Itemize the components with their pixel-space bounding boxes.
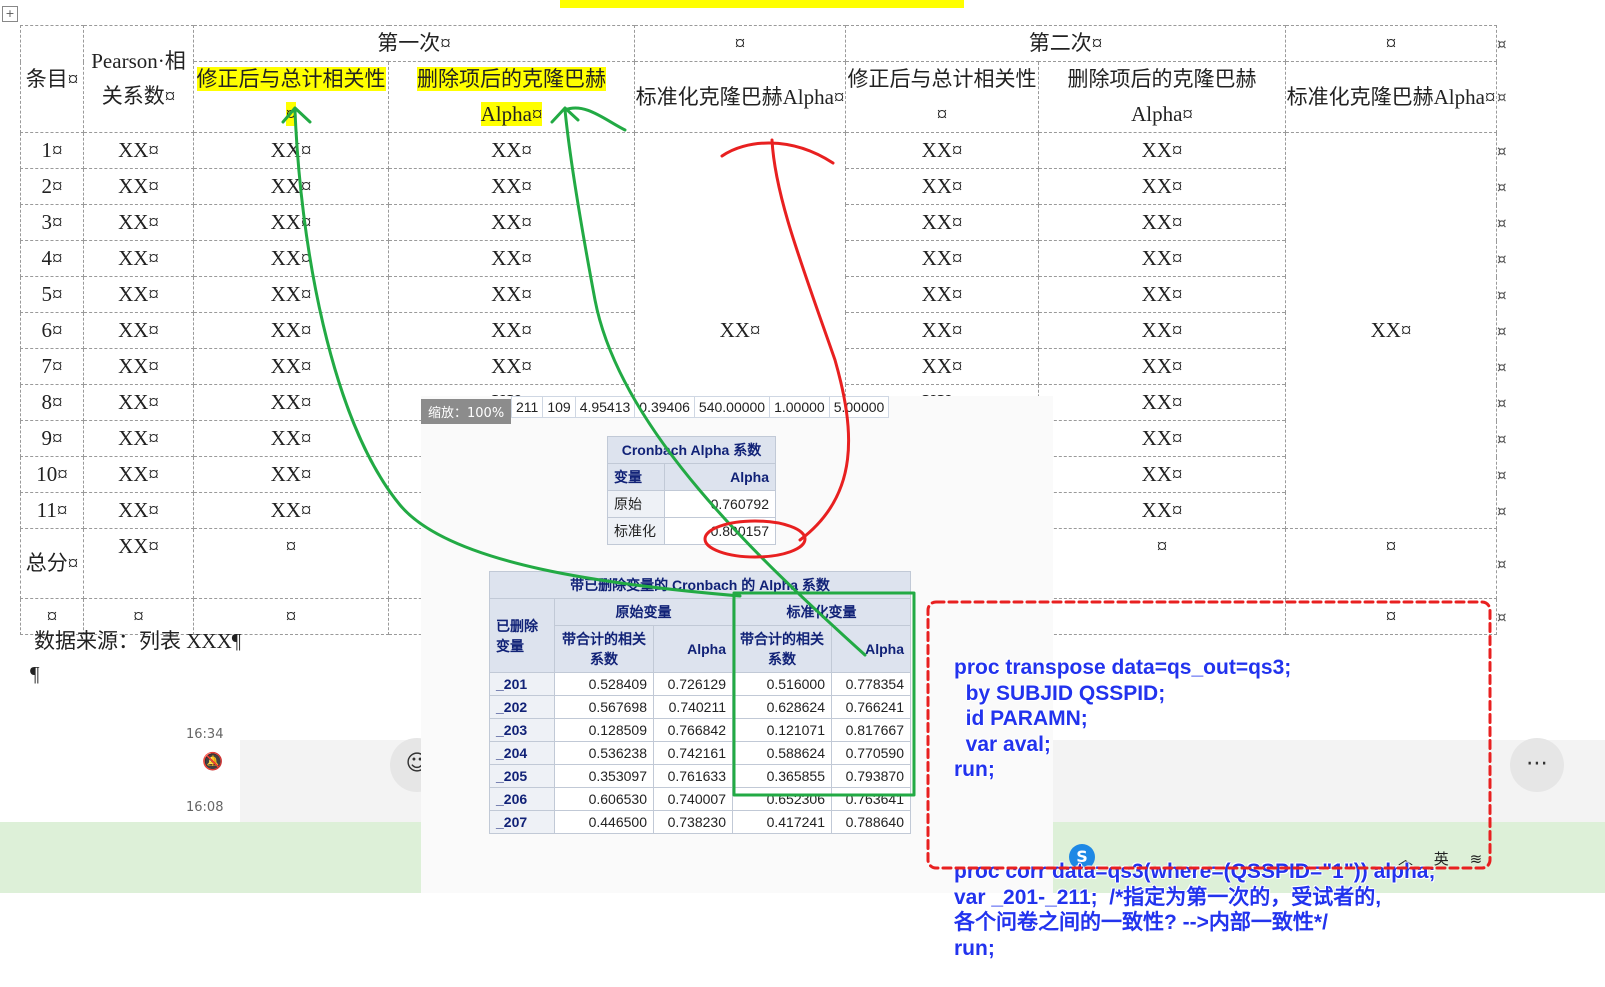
cronbach-alpha-table: Cronbach Alpha 系数 变量 Alpha 原始 0.760792 标准化… <box>607 436 776 545</box>
header-blank: ¤ <box>1285 25 1497 62</box>
end-of-row-mark: ¤ <box>1497 34 1507 53</box>
table-move-handle[interactable]: + <box>2 6 18 22</box>
end-of-row-mark: ¤ <box>1497 429 1507 448</box>
alpha-if-deleted-table: 带已删除变量的 Cronbach 的 Alpha 系数 已删除变量 原始变量 标… <box>489 571 911 834</box>
header-blank: ¤ <box>634 25 846 62</box>
end-of-row-mark: ¤ <box>1497 554 1507 573</box>
header-second-std-alpha: 标准化克隆巴赫Alpha¤ <box>1285 61 1497 133</box>
header-second-alpha-deleted: 删除项后的克隆巴赫Alpha¤ <box>1038 61 1286 133</box>
ime-indicator[interactable]: 英 <box>1434 848 1449 869</box>
end-of-row-mark: ¤ <box>1497 357 1507 376</box>
end-of-row-mark: ¤ <box>1497 607 1507 626</box>
end-of-row-mark: ¤ <box>1497 321 1507 340</box>
sas-previous-output-row: 211 109 4.95413 0.39406 540.00000 1.00000 5.0… <box>510 396 890 418</box>
zoom-level: 缩放：100% <box>421 399 512 424</box>
standardized-alpha-value: 0.800157 <box>664 517 776 545</box>
end-of-row-mark: ¤ <box>1497 141 1507 160</box>
header-second-round: 第二次¤ <box>845 25 1286 62</box>
chat-time: 16:34 <box>186 727 224 742</box>
end-of-row-mark: ¤ <box>1497 88 1507 106</box>
end-of-row-mark: ¤ <box>1497 501 1507 520</box>
table-row: 1¤ XX¤ XX¤ XX¤ XX¤ XX¤ XX¤ XX¤ <box>20 132 1497 529</box>
highlighted-title-fragment <box>560 0 964 8</box>
end-of-row-mark: ¤ <box>1497 393 1507 412</box>
header-second-corr: 修正后与总计相关性¤ <box>845 61 1039 133</box>
wifi-icon[interactable]: ≋ <box>1470 850 1483 868</box>
end-of-row-mark: ¤ <box>1497 285 1507 304</box>
header-first-round: 第一次¤ <box>193 25 635 62</box>
end-of-row-mark: ¤ <box>1497 213 1507 232</box>
paragraph-mark: ¶ <box>30 662 40 686</box>
header-pearson: Pearson·相关系数¤ <box>83 25 194 133</box>
end-of-row-mark: ¤ <box>1497 177 1507 196</box>
mute-icon: 🔕 <box>202 752 224 772</box>
header-first-corr: 修正后与总计相关性¤ <box>193 61 389 133</box>
sas-code-annotation: proc transpose data=qs_out=qs3; by SUBJI… <box>954 656 1436 960</box>
header-first-alpha-deleted: 删除项后的克隆巴赫Alpha¤ <box>388 61 635 133</box>
std-alpha-second: XX¤ <box>1285 132 1497 529</box>
chat-time: 16:08 <box>186 800 224 815</box>
data-source-note: 数据来源：列表 XXX¶ <box>34 629 242 653</box>
end-of-row-mark: ¤ <box>1497 465 1507 484</box>
more-icon[interactable]: ⋯ <box>1510 738 1564 792</box>
end-of-row-mark: ¤ <box>1497 249 1507 268</box>
header-item: 条目¤ <box>20 25 84 133</box>
header-first-std-alpha: 标准化克隆巴赫Alpha¤ <box>634 61 846 133</box>
